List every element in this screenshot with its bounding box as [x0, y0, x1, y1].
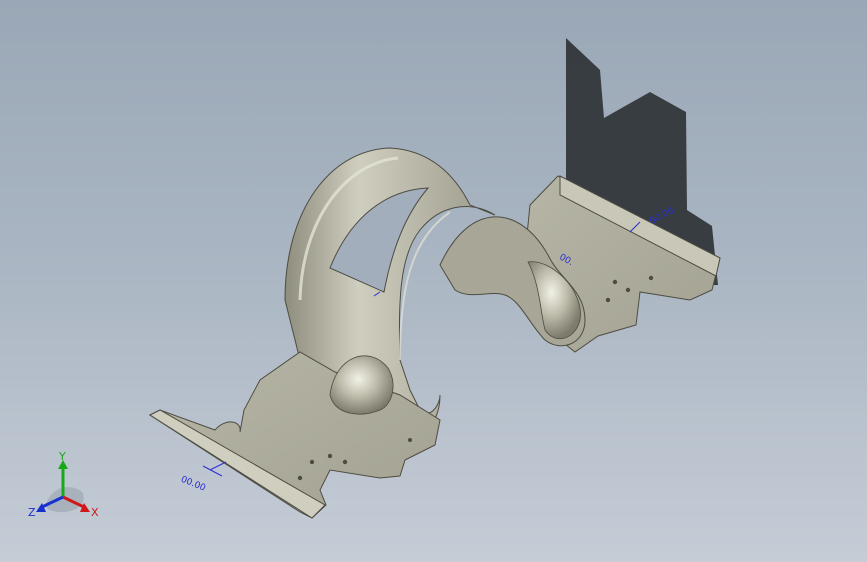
triad-base	[46, 487, 84, 512]
x-axis-label: X	[91, 506, 99, 519]
dimension-front[interactable]: 00.00	[179, 461, 227, 494]
axis-triad[interactable]: Y X Z	[28, 450, 99, 519]
model-scene[interactable]: 00.00 00. 00.00 Y X Z	[0, 0, 867, 562]
y-axis-label: Y	[58, 450, 66, 463]
graphics-viewport[interactable]: 00.00 00. 00.00 Y X Z	[0, 0, 867, 562]
z-axis-label: Z	[28, 506, 36, 519]
dimension-front-value: 00.00	[179, 475, 207, 494]
